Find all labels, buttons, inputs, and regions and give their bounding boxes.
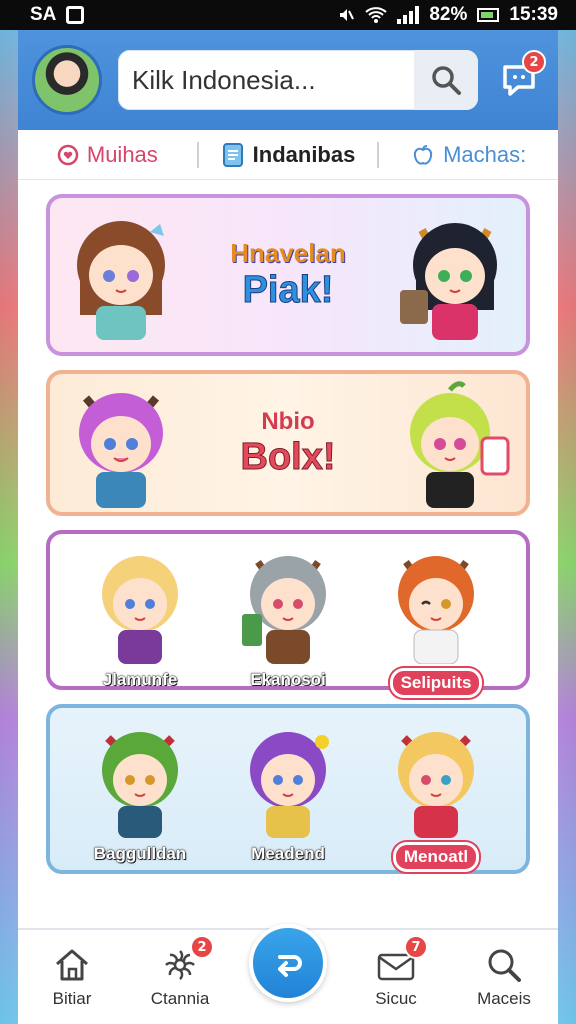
app-window: Kilk Indonesia... 2 Muihas Indanibas Mac…	[18, 30, 558, 1024]
home-icon	[56, 949, 88, 981]
nav-label: Sicuc	[375, 989, 417, 1008]
character-item[interactable]: Jlamunfe	[66, 544, 214, 698]
status-bar: SA 82% 15:39	[0, 0, 576, 30]
share-icon	[278, 955, 302, 977]
character-name-button[interactable]: Menoatl	[392, 842, 480, 872]
apple-icon	[413, 144, 433, 165]
promo-title: Hnavelan Piak!	[176, 238, 400, 312]
character-name-button[interactable]: Selipuits	[389, 668, 483, 698]
character-card-4[interactable]: Baggulldan Meadend Menoatl	[46, 704, 530, 874]
nav-badge: 7	[404, 935, 428, 959]
category-tabs: Muihas Indanibas Machas:	[18, 130, 558, 180]
search-bar[interactable]: Kilk Indonesia...	[118, 50, 478, 110]
character-card-3[interactable]: Jlamunfe Ekanosoi Selipuits	[46, 530, 530, 698]
chibi-brown-hair-girl-image	[77, 221, 165, 340]
chibi-blonde-girl-image	[102, 556, 178, 664]
nav-home[interactable]: Bitiar	[22, 945, 122, 1009]
chibi-purple-hair-girl-image	[250, 732, 329, 838]
nav-label: Ctannia	[150, 989, 210, 1008]
character-item[interactable]: Ekanosoi	[214, 544, 362, 698]
nav-ctannia[interactable]: 2 Ctannia	[130, 935, 230, 1009]
bottom-navigation: Bitiar 2 Ctannia 7 Sicuc Maceis	[18, 924, 558, 1024]
book-icon	[222, 142, 243, 167]
promo-title-line2: Bolx!	[240, 435, 336, 478]
avatar[interactable]	[32, 45, 102, 115]
nav-badge: 2	[190, 935, 214, 959]
app-header: Kilk Indonesia... 2	[18, 30, 558, 130]
chat-button[interactable]: 2	[494, 50, 546, 110]
chibi-green-hair-girl-image	[102, 732, 178, 838]
nav-label: Maceis	[477, 989, 531, 1008]
chibi-black-hair-girl-image	[400, 223, 497, 340]
tab-indanibas[interactable]: Indanibas	[196, 141, 378, 168]
character-item[interactable]: Menoatl	[362, 718, 510, 872]
center-action-button[interactable]	[249, 924, 327, 1002]
nav-sicuc[interactable]: 7 Sicuc	[346, 935, 446, 1009]
character-name: Baggulldan	[93, 844, 187, 864]
chibi-blonde-red-bow-girl-image	[398, 732, 474, 838]
character-name: Ekanosoi	[250, 670, 326, 690]
promo-card-1[interactable]: Hnavelan Piak!	[46, 194, 530, 356]
content-feed: Hnavelan Piak! Nbio Bolx! Jlamunfe Ekano…	[18, 194, 558, 874]
tab-muihas[interactable]: Muihas	[18, 142, 197, 168]
wifi-icon	[365, 7, 388, 23]
battery-percent: 82%	[429, 4, 468, 25]
search-input[interactable]: Kilk Indonesia...	[118, 65, 414, 96]
chibi-orange-hair-girl-image	[398, 556, 474, 664]
search-icon	[488, 949, 521, 982]
character-item[interactable]: Meadend	[214, 718, 362, 872]
carrier-label: SA	[30, 4, 57, 25]
character-item[interactable]: Baggulldan	[66, 718, 214, 872]
character-name: Jlamunfe	[102, 670, 178, 690]
notification-icon	[66, 6, 85, 24]
promo-title-line2: Piak!	[242, 269, 334, 312]
character-name: Meadend	[251, 844, 325, 864]
clock: 15:39	[509, 4, 558, 25]
character-item[interactable]: Selipuits	[362, 544, 510, 698]
search-button[interactable]	[414, 50, 478, 110]
nav-center-action[interactable]	[238, 924, 338, 1002]
promo-title-line1: Hnavelan	[230, 238, 346, 268]
promo-card-2[interactable]: Nbio Bolx!	[46, 370, 530, 516]
battery-icon	[477, 8, 500, 22]
chibi-gray-hair-girl-image	[242, 556, 326, 664]
heart-icon	[57, 144, 79, 165]
chibi-lime-hair-girl-image	[410, 381, 510, 508]
signal-icon	[397, 6, 420, 24]
chibi-pink-hair-girl-image	[79, 393, 163, 508]
tab-machas[interactable]: Machas:	[377, 141, 558, 168]
search-icon	[432, 66, 461, 95]
tab-label: Muihas	[86, 141, 158, 167]
tab-label: Machas:	[443, 141, 527, 167]
nav-maceis[interactable]: Maceis	[454, 945, 554, 1009]
nav-label: Bitiar	[52, 989, 92, 1008]
chat-badge: 2	[522, 50, 546, 74]
promo-title: Nbio Bolx!	[176, 408, 400, 479]
tab-label: Indanibas	[252, 141, 356, 167]
promo-title-line1: Nbio	[261, 407, 315, 435]
mute-icon	[340, 9, 355, 21]
